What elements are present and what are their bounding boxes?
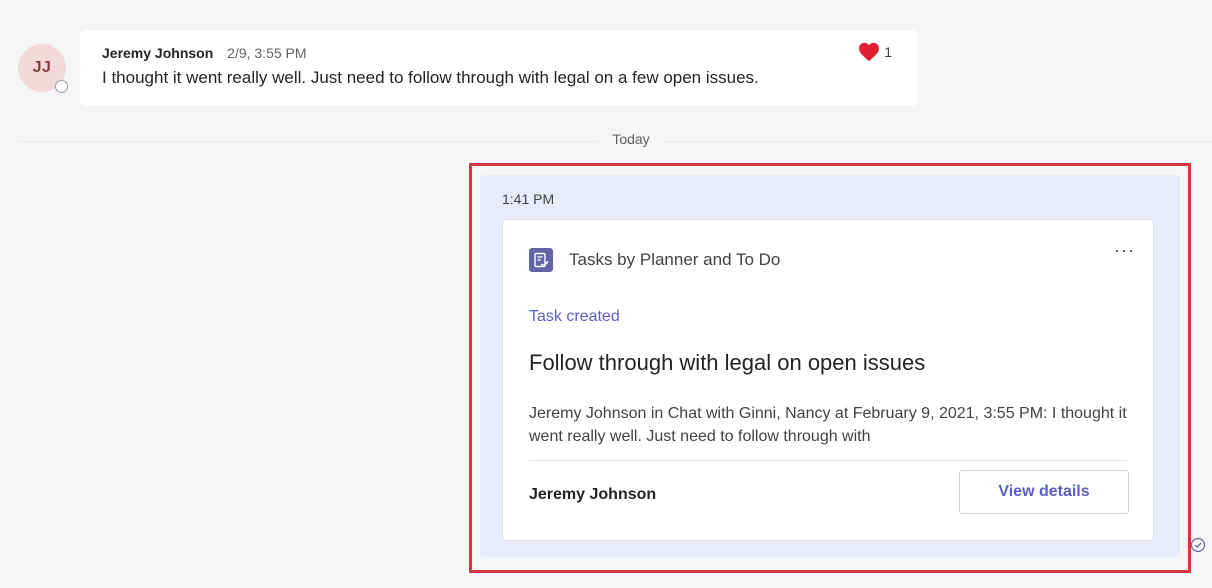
reaction-count: 1: [884, 44, 892, 60]
highlight-box: [469, 163, 1191, 573]
seen-check-icon: [1190, 537, 1206, 553]
message-author[interactable]: Jeremy Johnson: [102, 45, 213, 61]
message-bubble[interactable]: Jeremy Johnson 2/9, 3:55 PM I thought it…: [80, 30, 918, 106]
message-timestamp: 2/9, 3:55 PM: [227, 45, 307, 61]
heart-icon: [859, 42, 880, 62]
message-text: I thought it went really well. Just need…: [102, 68, 759, 87]
avatar-initials: JJ: [32, 59, 52, 76]
presence-status-icon: [55, 80, 68, 93]
message-meta: Jeremy Johnson 2/9, 3:55 PM: [102, 43, 898, 63]
date-divider-label: Today: [598, 131, 664, 147]
reaction-badge[interactable]: 1: [858, 42, 892, 62]
date-divider: Today: [0, 131, 1212, 147]
avatar[interactable]: JJ: [18, 44, 68, 93]
